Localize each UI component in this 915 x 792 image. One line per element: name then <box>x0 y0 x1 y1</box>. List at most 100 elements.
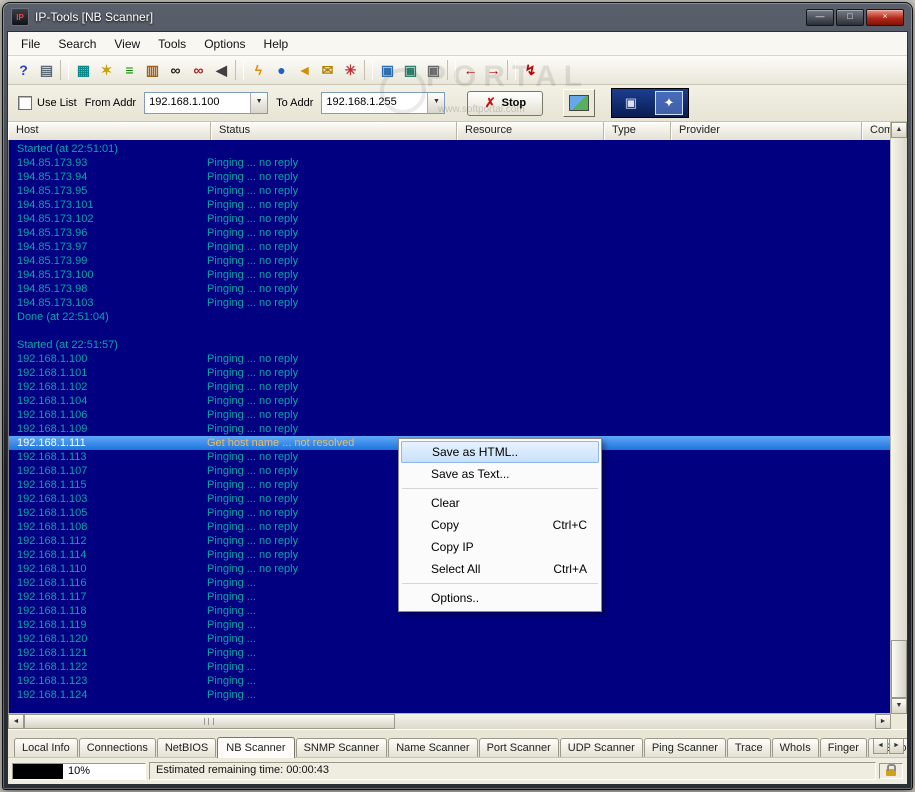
list-row[interactable]: 194.85.173.97Pinging ... no reply <box>9 240 891 254</box>
tab-ping-scanner[interactable]: Ping Scanner <box>644 738 726 757</box>
menu-view[interactable]: View <box>105 33 149 55</box>
sound-icon[interactable]: ◀ <box>210 58 233 82</box>
key-icon[interactable]: ✶ <box>95 58 118 82</box>
context-item-copy-ip[interactable]: Copy IP <box>399 536 601 558</box>
local-info-icon[interactable]: ▦ <box>72 58 95 82</box>
column-header-provider[interactable]: Provider <box>671 122 862 141</box>
list-row[interactable] <box>9 324 891 338</box>
tab-local-info[interactable]: Local Info <box>14 738 78 757</box>
mail-icon[interactable]: ✉ <box>316 58 339 82</box>
checkbox-icon[interactable] <box>18 96 32 110</box>
menu-tools[interactable]: Tools <box>149 33 195 55</box>
context-item-clear[interactable]: Clear <box>399 492 601 514</box>
netbios-icon[interactable]: ≡ <box>118 58 141 82</box>
scroll-right-icon[interactable]: ► <box>875 714 891 729</box>
redirect-icon[interactable]: ◄ <box>293 58 316 82</box>
tab-whois[interactable]: WhoIs <box>772 738 819 757</box>
find-host-icon[interactable]: ∞ <box>187 58 210 82</box>
host-monitor-icon[interactable]: ▣ <box>399 58 422 82</box>
list-row[interactable]: Started (at 22:51:01) <box>9 142 891 156</box>
context-item-copy[interactable]: Ctrl+CCopy <box>399 514 601 536</box>
menu-help[interactable]: Help <box>255 33 298 55</box>
help-icon[interactable]: ? <box>12 58 35 82</box>
web-icon[interactable]: ● <box>270 58 293 82</box>
tab-udp-scanner[interactable]: UDP Scanner <box>560 738 643 757</box>
context-item-save-as-text[interactable]: Save as Text... <box>399 463 601 485</box>
active-scan-icon[interactable]: ✦ <box>655 91 683 115</box>
title-bar[interactable]: IP IP-Tools [NB Scanner] —□× <box>7 3 908 31</box>
list-row[interactable]: 194.85.173.94Pinging ... no reply <box>9 170 891 184</box>
scroll-up-icon[interactable]: ▲ <box>891 122 907 138</box>
vertical-scrollbar[interactable]: ▲ ▼ <box>890 122 907 714</box>
tab-trace[interactable]: Trace <box>727 738 771 757</box>
column-header-status[interactable]: Status <box>211 122 457 141</box>
list-row[interactable]: 192.168.1.102Pinging ... no reply <box>9 380 891 394</box>
stop-button[interactable]: ✗ Stop <box>467 91 543 116</box>
tab-connections[interactable]: Connections <box>79 738 156 757</box>
scan-icon[interactable]: ϟ <box>247 58 270 82</box>
list-row[interactable]: Started (at 22:51:57) <box>9 338 891 352</box>
list-row[interactable]: 194.85.173.99Pinging ... no reply <box>9 254 891 268</box>
list-row[interactable]: 194.85.173.102Pinging ... no reply <box>9 212 891 226</box>
context-item-save-as-html[interactable]: Save as HTML.. <box>401 441 599 463</box>
to-addr-combo[interactable]: 192.168.1.255 ▼ <box>321 92 445 114</box>
remote-host-icon[interactable]: ▣ <box>376 58 399 82</box>
list-row[interactable]: 192.168.1.101Pinging ... no reply <box>9 366 891 380</box>
tab-name-scanner[interactable]: Name Scanner <box>388 738 477 757</box>
tab-netbios[interactable]: NetBIOS <box>157 738 216 757</box>
tabs-scroll-right-icon[interactable]: ► <box>889 738 904 754</box>
list-row[interactable]: 192.168.1.121Pinging ... <box>9 646 891 660</box>
list-row[interactable]: Done (at 22:51:04) <box>9 310 891 324</box>
list-row[interactable]: 194.85.173.95Pinging ... no reply <box>9 184 891 198</box>
minimize-button[interactable]: — <box>806 9 834 26</box>
cards-icon[interactable]: ▥ <box>141 58 164 82</box>
list-row[interactable]: 194.85.173.93Pinging ... no reply <box>9 156 891 170</box>
tab-port-scanner[interactable]: Port Scanner <box>479 738 559 757</box>
menu-search[interactable]: Search <box>49 33 105 55</box>
host-computer-icon[interactable]: ▣ <box>618 92 644 114</box>
tab-snmp-scanner[interactable]: SNMP Scanner <box>296 738 388 757</box>
list-row[interactable]: 192.168.1.123Pinging ... <box>9 674 891 688</box>
column-header-host[interactable]: Host <box>8 122 211 141</box>
from-addr-combo[interactable]: 192.168.1.100 ▼ <box>144 92 268 114</box>
dropdown-icon[interactable]: ▼ <box>250 93 267 113</box>
list-row[interactable]: 192.168.1.119Pinging ... <box>9 618 891 632</box>
scroll-left-icon[interactable]: ◄ <box>8 714 24 729</box>
back-icon[interactable]: ← <box>459 58 482 82</box>
tab-nb-scanner[interactable]: NB Scanner <box>217 737 294 758</box>
use-list-checkbox[interactable]: Use List <box>18 96 77 110</box>
horizontal-scrollbar[interactable]: ◄ ► <box>8 713 891 729</box>
menu-options[interactable]: Options <box>195 33 254 55</box>
list-row[interactable]: 192.168.1.109Pinging ... no reply <box>9 422 891 436</box>
list-row[interactable]: 194.85.173.98Pinging ... no reply <box>9 282 891 296</box>
column-header-resource[interactable]: Resource <box>457 122 604 141</box>
list-row[interactable]: 194.85.173.101Pinging ... no reply <box>9 198 891 212</box>
list-row[interactable]: 192.168.1.122Pinging ... <box>9 660 891 674</box>
list-row[interactable]: 192.168.1.100Pinging ... no reply <box>9 352 891 366</box>
context-item-options[interactable]: Options.. <box>399 587 601 609</box>
horizontal-scroll-thumb[interactable] <box>24 714 395 729</box>
tabs-scroll-left-icon[interactable]: ◄ <box>873 738 888 754</box>
tab-finger[interactable]: Finger <box>820 738 867 757</box>
tools-icon[interactable]: ✳ <box>339 58 362 82</box>
list-row[interactable]: 192.168.1.104Pinging ... no reply <box>9 394 891 408</box>
list-row[interactable]: 194.85.173.103Pinging ... no reply <box>9 296 891 310</box>
column-header-type[interactable]: Type <box>604 122 671 141</box>
list-row[interactable]: 192.168.1.106Pinging ... no reply <box>9 408 891 422</box>
list-row[interactable]: 194.85.173.100Pinging ... no reply <box>9 268 891 282</box>
report-button[interactable] <box>563 89 595 117</box>
menu-file[interactable]: File <box>12 33 49 55</box>
close-button[interactable]: × <box>866 9 904 26</box>
column-header-comment[interactable]: Comment <box>862 122 891 141</box>
trace-icon[interactable]: ↯ <box>519 58 542 82</box>
list-row[interactable]: 194.85.173.96Pinging ... no reply <box>9 226 891 240</box>
list-row[interactable]: 192.168.1.120Pinging ... <box>9 632 891 646</box>
scroll-down-icon[interactable]: ▼ <box>891 698 907 714</box>
dropdown-icon[interactable]: ▼ <box>427 93 444 113</box>
context-item-select-all[interactable]: Ctrl+ASelect All <box>399 558 601 580</box>
find-icon[interactable]: ∞ <box>164 58 187 82</box>
host-watch-icon[interactable]: ▣ <box>422 58 445 82</box>
maximize-button[interactable]: □ <box>836 9 864 26</box>
list-row[interactable]: 192.168.1.124Pinging ... <box>9 688 891 702</box>
vertical-scroll-thumb[interactable] <box>891 640 907 698</box>
